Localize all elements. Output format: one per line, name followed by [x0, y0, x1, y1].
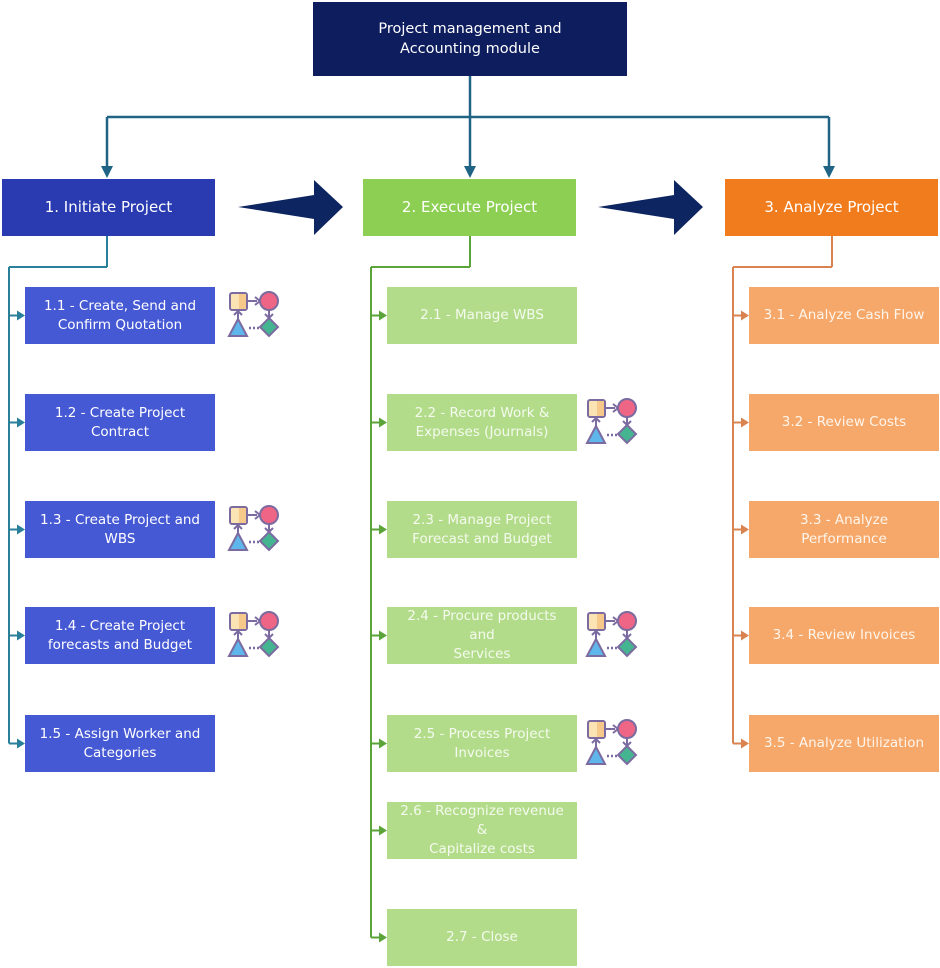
step-initiate-4: 1.4 - Create Project forecasts and Budget [25, 607, 215, 664]
workflow-icon [585, 718, 641, 768]
step-label-line2: Services [453, 646, 511, 662]
execute-step-arrowhead [379, 738, 387, 749]
phase-label: 1. Initiate Project [44, 198, 173, 216]
workflow-icon [585, 397, 641, 447]
step-label-line2: Contract [90, 423, 150, 440]
root-title-line1: Project management and [378, 21, 562, 37]
step-execute-6: 2.6 - Recognize revenue & Capitalize cost… [387, 802, 577, 859]
arrowhead-phase-2 [464, 166, 476, 178]
step-label-line1: 2.2 - Record Work & [414, 404, 550, 421]
step-execute-2: 2.2 - Record Work & Expenses (Journals) [387, 394, 577, 451]
initiate-step-arrowhead [17, 630, 25, 641]
initiate-step-arrowhead [17, 417, 25, 428]
analyze-step-arrowhead [741, 524, 749, 535]
execute-step-arrowhead [379, 630, 387, 641]
root-node: Project management and Accounting module [313, 2, 627, 76]
workflow-icon [227, 504, 283, 554]
step-label-line2: Forecast and Budget [412, 530, 552, 547]
step-label-line1: 1.3 - Create Project and [40, 511, 200, 528]
step-label-line2: Invoices [454, 744, 510, 761]
step-label-line1: 2.1 - Manage WBS [420, 307, 544, 323]
step-label-line1: 2.4 - Procure products and [407, 608, 557, 643]
flow-arrow-2-to-3 [598, 180, 703, 235]
phase-execute-project: 2. Execute Project [363, 179, 576, 236]
step-label-line1: 1.4 - Create Project [54, 617, 186, 634]
arrowhead-phase-1 [101, 166, 113, 178]
step-initiate-5: 1.5 - Assign Worker and Categories [25, 715, 215, 772]
step-label-line2: Performance [801, 530, 887, 547]
step-analyze-4: 3.4 - Review Invoices [749, 607, 939, 664]
workflow-icon [227, 610, 283, 660]
execute-step-arrowhead [379, 932, 387, 943]
step-execute-7: 2.7 - Close [387, 909, 577, 966]
phase-initiate-project: 1. Initiate Project [2, 179, 215, 236]
root-title-line2: Accounting module [400, 41, 540, 57]
step-label-line1: 3.2 - Review Costs [781, 414, 907, 430]
initiate-step-arrowhead [17, 310, 25, 321]
execute-step-arrowhead [379, 524, 387, 535]
step-execute-1: 2.1 - Manage WBS [387, 287, 577, 344]
step-execute-5: 2.5 - Process Project Invoices [387, 715, 577, 772]
step-label-line2: forecasts and Budget [47, 636, 193, 653]
step-analyze-5: 3.5 - Analyze Utilization [749, 715, 939, 772]
workflow-icon [585, 610, 641, 660]
workflow-icon [227, 290, 283, 340]
step-analyze-3: 3.3 - Analyze Performance [749, 501, 939, 558]
flow-arrow-1-to-2 [238, 180, 343, 235]
execute-step-arrowhead [379, 825, 387, 836]
execute-step-arrowhead [379, 417, 387, 428]
phase-analyze-project: 3. Analyze Project [725, 179, 938, 236]
step-label-line2: Capitalize costs [429, 841, 535, 857]
step-label-line2: WBS [104, 530, 136, 547]
step-execute-4: 2.4 - Procure products and Services [387, 607, 577, 664]
step-initiate-2: 1.2 - Create Project Contract [25, 394, 215, 451]
analyze-step-arrowhead [741, 310, 749, 321]
step-label-line1: 2.5 - Process Project [413, 725, 551, 742]
step-label-line1: 2.7 - Close [446, 929, 518, 945]
execute-step-arrowhead [379, 310, 387, 321]
analyze-step-arrowhead [741, 738, 749, 749]
step-label-line1: 1.2 - Create Project [54, 404, 186, 421]
step-analyze-2: 3.2 - Review Costs [749, 394, 939, 451]
step-label-line1: 3.3 - Analyze [799, 511, 889, 528]
initiate-step-arrowhead [17, 738, 25, 749]
step-label-line2: Confirm Quotation [57, 316, 183, 333]
analyze-step-arrowhead [741, 417, 749, 428]
step-initiate-1: 1.1 - Create, Send and Confirm Quotation [25, 287, 215, 344]
step-label-line1: 3.1 - Analyze Cash Flow [763, 307, 925, 323]
step-execute-3: 2.3 - Manage Project Forecast and Budget [387, 501, 577, 558]
step-label-line1: 1.1 - Create, Send and [43, 297, 197, 314]
step-initiate-3: 1.3 - Create Project and WBS [25, 501, 215, 558]
step-label-line1: 3.4 - Review Invoices [772, 627, 916, 643]
phase-label: 2. Execute Project [401, 198, 538, 216]
step-label-line1: 2.3 - Manage Project [412, 511, 552, 528]
step-label-line2: Expenses (Journals) [415, 423, 549, 440]
arrowhead-phase-3 [823, 166, 835, 178]
step-label-line1: 2.6 - Recognize revenue & [400, 803, 564, 838]
step-label-line2: Categories [83, 744, 157, 761]
step-label-line1: 1.5 - Assign Worker and [39, 725, 201, 742]
analyze-step-arrowhead [741, 630, 749, 641]
step-analyze-1: 3.1 - Analyze Cash Flow [749, 287, 939, 344]
phase-label: 3. Analyze Project [764, 198, 899, 216]
initiate-step-arrowhead [17, 524, 25, 535]
step-label-line1: 3.5 - Analyze Utilization [763, 735, 925, 751]
